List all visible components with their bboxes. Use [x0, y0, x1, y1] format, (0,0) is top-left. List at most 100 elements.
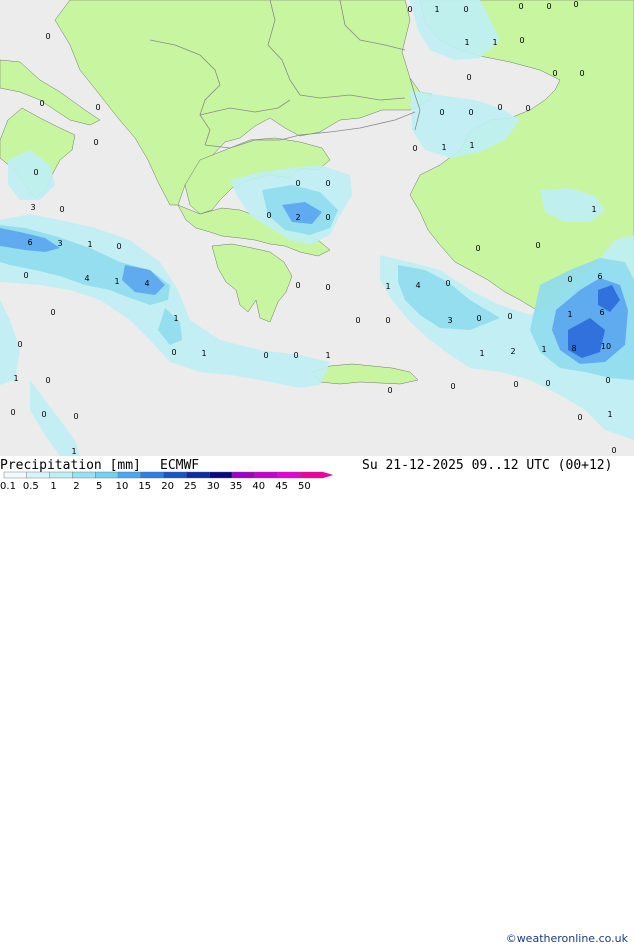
- precip-value-label: 1: [607, 410, 612, 419]
- scale-swatch: [300, 471, 324, 479]
- scale-swatch: [3, 471, 28, 479]
- precip-value-label: 0: [73, 412, 78, 421]
- precip-value-label: 0: [355, 316, 360, 325]
- precip-value-label: 1: [325, 351, 330, 360]
- precip-value-label: 0: [577, 413, 582, 422]
- precip-value-label: 0: [567, 275, 572, 284]
- precip-value-label: 0: [266, 211, 271, 220]
- precip-value-label: 0: [171, 348, 176, 357]
- precip-value-label: 0: [519, 36, 524, 45]
- precipitation-map: 0100000110000000000001100030020163100004…: [0, 0, 634, 456]
- scale-arrow: [323, 472, 334, 478]
- precip-value-label: 0: [535, 241, 540, 250]
- credit-link[interactable]: ©weatheronline.co.uk: [506, 932, 628, 945]
- scale-tick-label: 10: [116, 481, 129, 490]
- scale-swatch: [49, 471, 73, 479]
- scale-tick-label: 25: [184, 481, 197, 490]
- precip-value-label: 8: [571, 344, 576, 353]
- scale-swatch: [72, 471, 96, 479]
- scale-tick-label: 2: [73, 481, 79, 490]
- precip-value-label: 0: [497, 103, 502, 112]
- precip-value-label: 0: [513, 380, 518, 389]
- precip-value-label: 0: [518, 2, 523, 11]
- precip-value-label: 0: [439, 108, 444, 117]
- scale-swatches: [3, 471, 334, 479]
- scale-swatch: [94, 471, 119, 479]
- precip-value-label: 0: [10, 408, 15, 417]
- precip-value-label: 0: [546, 2, 551, 11]
- precip-value-label: 0: [463, 5, 468, 14]
- precip-value-label: 0: [387, 386, 392, 395]
- precip-value-label: 1: [464, 38, 469, 47]
- precip-value-label: 0: [325, 213, 330, 222]
- precip-value-label: 1: [469, 141, 474, 150]
- precip-value-label: 1: [434, 5, 439, 14]
- precip-value-label: 1: [385, 282, 390, 291]
- precip-value-label: 6: [597, 272, 602, 281]
- precip-value-label: 1: [13, 374, 18, 383]
- precip-value-label: 3: [57, 239, 62, 248]
- valid-datetime: Su 21-12-2025 09..12 UTC (00+12): [362, 458, 613, 473]
- precip-value-label: 10: [601, 342, 611, 351]
- precip-value-label: 0: [385, 316, 390, 325]
- precip-value-label: 0: [545, 379, 550, 388]
- scale-tick-label: 5: [96, 481, 102, 490]
- scale-tick-label: 0.1: [0, 481, 16, 490]
- precip-value-label: 0: [95, 103, 100, 112]
- scale-swatch: [231, 471, 256, 479]
- precip-value-label: 0: [23, 271, 28, 280]
- precip-value-label: 0: [295, 179, 300, 188]
- scale-tick-label: 1: [50, 481, 56, 490]
- precip-value-label: 0: [476, 314, 481, 323]
- scale-tick-label: 45: [275, 481, 288, 490]
- precip-value-label: 0: [45, 32, 50, 41]
- precip-value-label: 0: [45, 376, 50, 385]
- scale-swatch: [186, 471, 210, 479]
- precip-value-label: 0: [325, 283, 330, 292]
- precip-value-label: 0: [407, 5, 412, 14]
- precip-value-label: 0: [552, 69, 557, 78]
- precip-value-label: 3: [447, 316, 452, 325]
- precip-value-label: 0: [445, 279, 450, 288]
- scale-tick-labels: 0.1 0.5 1 2 5 10 15 20 25 30 35 40 45 50: [0, 481, 311, 490]
- precip-value-label: 0: [39, 99, 44, 108]
- precip-value-label: 0: [466, 73, 471, 82]
- scale-swatch: [26, 471, 50, 479]
- scale-swatch: [163, 471, 187, 479]
- precip-value-label: 0: [59, 205, 64, 214]
- precip-value-label: 0: [293, 351, 298, 360]
- scale-swatch: [140, 471, 165, 479]
- precip-value-label: 2: [295, 213, 300, 222]
- precip-value-label: 4: [415, 281, 420, 290]
- precip-value-label: 0: [475, 244, 480, 253]
- scale-swatch: [208, 471, 233, 479]
- scale-tick-label: 50: [298, 481, 311, 490]
- precip-value-label: 1: [71, 447, 76, 456]
- scale-swatch: [277, 471, 301, 479]
- precip-value-label: 4: [144, 279, 149, 288]
- precip-value-label: 3: [30, 203, 35, 212]
- precip-value-label: 0: [263, 351, 268, 360]
- precip-value-label: 0: [325, 179, 330, 188]
- precip-value-label: 0: [579, 69, 584, 78]
- scale-tick-label: 35: [230, 481, 243, 490]
- scale-tick-label: 0.5: [23, 481, 39, 490]
- scale-tick-label: 20: [161, 481, 174, 490]
- precip-value-label: 1: [541, 345, 546, 354]
- precip-value-label: 0: [507, 312, 512, 321]
- precip-value-label: 0: [116, 242, 121, 251]
- scale-swatch: [117, 471, 142, 479]
- map-canvas: 0 1 0 0 0 001 1 00 0 00 00 00 000 1 100 03 00 2 016 3 1 0 0 00 4…: [0, 0, 634, 456]
- precip-value-label: 1: [87, 240, 92, 249]
- precip-value-label: 0: [450, 382, 455, 391]
- precip-value-label: 0: [295, 281, 300, 290]
- precip-value-label: 0: [17, 340, 22, 349]
- precip-value-label: 4: [84, 274, 89, 283]
- precip-value-label: 0: [611, 446, 616, 455]
- precip-value-label: 0: [605, 376, 610, 385]
- precip-value-label: 6: [27, 238, 32, 247]
- precip-value-label: 1: [173, 314, 178, 323]
- precip-value-label: 0: [573, 0, 578, 9]
- precip-value-label: 6: [599, 308, 604, 317]
- scale-tick-label: 15: [138, 481, 151, 490]
